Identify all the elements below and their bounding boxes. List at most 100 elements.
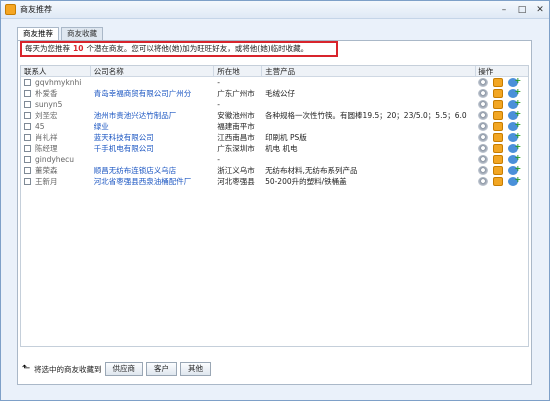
company-link[interactable]: 河北省枣强县西泉油桶配件厂 [91, 176, 215, 187]
row-checkbox[interactable] [24, 123, 31, 130]
maximize-icon[interactable]: □ [513, 2, 531, 18]
contact-cell: 陈经理 [21, 143, 91, 154]
supplier-button[interactable]: 供应商 [104, 362, 143, 376]
actions-cell [476, 154, 528, 165]
contact-name: gqvhmyknhi [35, 78, 82, 87]
favorite-icon[interactable] [493, 100, 504, 109]
partner-table: 联系人 公司名称 所在地 主营产品 操作 gqvhmyknhi - 朴爱香 青岛幸福商… [20, 65, 529, 347]
contact-cell: 刘圣宏 [21, 110, 91, 121]
contact-cell: gindyhecu [21, 154, 91, 165]
row-checkbox[interactable] [24, 112, 31, 119]
close-icon[interactable]: ✕ [531, 2, 549, 18]
favorite-icon[interactable] [493, 89, 504, 98]
chat-icon[interactable] [478, 177, 489, 186]
tab-favorites[interactable]: 商友收藏 [61, 27, 103, 40]
notice-prefix: 每天为您推荐 [25, 44, 70, 53]
table-row: 刘圣宏 池州市贵池兴达竹制品厂 安徽池州市 各种规格一次性竹筷。有圆棒19.5；20；… [21, 110, 528, 121]
favorite-icon[interactable] [493, 111, 504, 120]
contact-name: 刘圣宏 [35, 111, 58, 120]
favorite-icon[interactable] [493, 177, 504, 186]
notice-suffix: 个潜在商友。您可以将他(她)加为旺旺好友，或将他(她)临时收藏。 [86, 44, 309, 53]
add-friend-icon[interactable] [508, 176, 521, 186]
title-bar: 商友推荐 – □ ✕ [1, 1, 549, 19]
tab-recommend[interactable]: 商友推荐 [17, 27, 59, 41]
add-friend-icon[interactable] [508, 88, 521, 98]
chat-icon[interactable] [478, 100, 489, 109]
company-link[interactable]: 顺昌无纺布连锁店义乌店 [91, 165, 215, 176]
row-checkbox[interactable] [24, 145, 31, 152]
row-checkbox[interactable] [24, 79, 31, 86]
table-row: 王新月 河北省枣强县西泉油桶配件厂 河北枣强县 50-200升的塑料/铁桶盖 [21, 176, 528, 187]
window-title: 商友推荐 [20, 5, 52, 14]
company-link[interactable] [91, 77, 215, 88]
add-friend-icon[interactable] [508, 77, 521, 87]
location-cell: 广东广州市 [217, 89, 255, 98]
product-cell [262, 99, 476, 110]
table-row: sunyn5 - [21, 99, 528, 110]
actions-cell [476, 110, 528, 121]
contact-cell: 董荣森 [21, 165, 91, 176]
table-body: gqvhmyknhi - 朴爱香青岛幸福商贸有限公司广州分广东广州市 毛绒公仔suny… [21, 77, 528, 187]
add-friend-icon[interactable] [508, 154, 521, 164]
row-checkbox[interactable] [24, 167, 31, 174]
minimize-icon[interactable]: – [495, 2, 513, 18]
contact-cell: gqvhmyknhi [21, 77, 91, 88]
chat-icon[interactable] [478, 78, 489, 87]
actions-cell [476, 88, 528, 99]
chat-icon[interactable] [478, 166, 489, 175]
chat-icon[interactable] [478, 133, 489, 142]
company-link[interactable] [91, 154, 215, 165]
other-button[interactable]: 其他 [180, 362, 211, 376]
favorite-icon[interactable] [493, 78, 504, 87]
company-link[interactable]: 池州市贵池兴达竹制品厂 [91, 110, 215, 121]
product-cell: 毛绒公仔 [265, 89, 296, 98]
company-link[interactable]: 青岛幸福商贸有限公司广州分 [91, 88, 215, 99]
row-checkbox[interactable] [24, 90, 31, 97]
product-cell: 无纺布材料,无纺布系列产品 [265, 166, 358, 175]
table-row: gindyhecu - [21, 154, 528, 165]
chat-icon[interactable] [478, 111, 489, 120]
chat-icon[interactable] [478, 122, 489, 131]
row-checkbox[interactable] [24, 134, 31, 141]
favorite-icon[interactable] [493, 122, 504, 131]
favorite-icon[interactable] [493, 133, 504, 142]
recommend-notice: 每天为您推荐 10 个潜在商友。您可以将他(她)加为旺旺好友，或将他(她)临时收藏。 [20, 41, 338, 57]
row-checkbox[interactable] [24, 178, 31, 185]
table-row: 朴爱香 青岛幸福商贸有限公司广州分 广东广州市 毛绒公仔 [21, 88, 528, 99]
customer-button[interactable]: 客户 [146, 362, 177, 376]
company-link[interactable] [91, 99, 215, 110]
location-cell: - [217, 78, 220, 87]
contact-cell: 朴爱香 [21, 88, 91, 99]
table-row: 肖礼祥 蓝天科技有限公司 江西南昌市 印刷机 PS版 [21, 132, 528, 143]
row-checkbox[interactable] [24, 101, 31, 108]
location-cell: 广东深圳市 [217, 144, 255, 153]
table-row: 陈经理 千手机电有限公司 广东深圳市 机电 机电 [21, 143, 528, 154]
company-link[interactable]: 绿业 [91, 121, 215, 132]
favorite-icon[interactable] [493, 166, 504, 175]
contact-name: 董荣森 [35, 166, 58, 175]
actions-cell [476, 176, 528, 187]
favorite-icon[interactable] [493, 155, 504, 164]
product-cell: 机电 机电 [265, 144, 298, 153]
tab-bar: 商友推荐 商友收藏 [17, 27, 105, 41]
company-link[interactable]: 千手机电有限公司 [91, 143, 215, 154]
actions-cell [476, 143, 528, 154]
add-friend-icon[interactable] [508, 121, 521, 131]
add-friend-icon[interactable] [508, 99, 521, 109]
location-cell: 河北枣强县 [217, 177, 255, 186]
company-link[interactable]: 蓝天科技有限公司 [91, 132, 215, 143]
add-friend-icon[interactable] [508, 143, 521, 153]
chat-icon[interactable] [478, 155, 489, 164]
header-actions: 操作 [478, 66, 494, 76]
chat-icon[interactable] [478, 144, 489, 153]
chat-icon[interactable] [478, 89, 489, 98]
content-panel: 每天为您推荐 10 个潜在商友。您可以将他(她)加为旺旺好友，或将他(她)临时收藏。… [17, 40, 532, 385]
add-friend-icon[interactable] [508, 110, 521, 120]
actions-cell [476, 121, 528, 132]
favorite-icon[interactable] [493, 144, 504, 153]
add-friend-icon[interactable] [508, 165, 521, 175]
row-checkbox[interactable] [24, 156, 31, 163]
product-cell: 50-200升的塑料/铁桶盖 [265, 177, 347, 186]
add-friend-icon[interactable] [508, 132, 521, 142]
header-contact: 联系人 [21, 66, 91, 76]
